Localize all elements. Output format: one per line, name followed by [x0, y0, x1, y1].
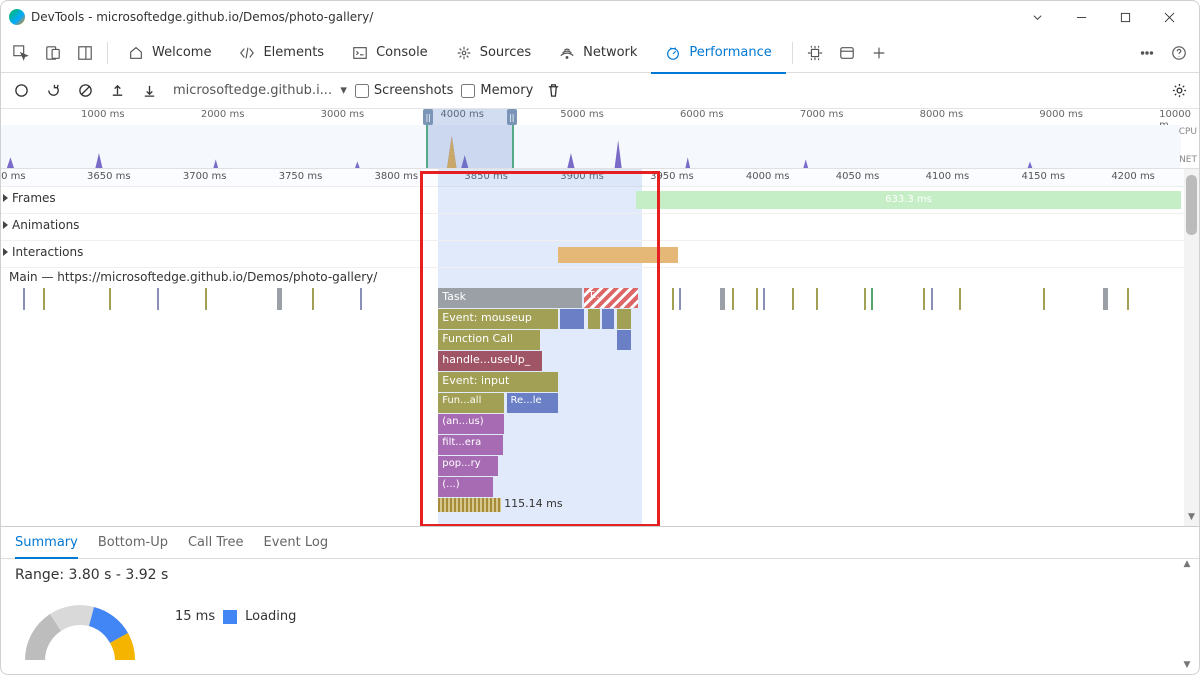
overview-tick: 1000 ms	[81, 109, 125, 120]
interaction-bar[interactable]	[558, 247, 678, 263]
flame-block[interactable]	[617, 309, 631, 329]
app-favicon-icon	[9, 9, 25, 25]
overview-tick: 7000 ms	[800, 109, 844, 120]
overview-selection[interactable]: || ||	[426, 109, 513, 168]
cpu-label: CPU	[1179, 127, 1197, 137]
net-label: NET	[1179, 155, 1197, 165]
overview-tick: 5000 ms	[560, 109, 604, 120]
window-title: DevTools - microsoftedge.github.io/Demos…	[31, 10, 373, 24]
overview-tick: 9000 ms	[1039, 109, 1083, 120]
tab-performance[interactable]: Performance	[651, 33, 785, 73]
reload-record-button[interactable]	[41, 79, 65, 103]
track-main-label[interactable]: Main — https://microsoftedge.github.io/D…	[1, 268, 1199, 288]
overview-tick: 2000 ms	[201, 109, 245, 120]
flame-handle-mouseup[interactable]: handle...useUp_	[438, 351, 542, 371]
scroll-up-icon[interactable]: ▲	[1179, 559, 1195, 573]
memory-checkbox[interactable]: Memory	[461, 83, 533, 98]
selection-duration: 115.14 ms	[504, 497, 562, 510]
flame-dots[interactable]: (...)	[438, 477, 493, 497]
flame-block[interactable]	[560, 309, 584, 329]
cpu-profiler-icon[interactable]	[801, 39, 829, 67]
flame-event-mouseup[interactable]: Event: mouseup	[438, 309, 558, 329]
clear-button[interactable]	[73, 79, 97, 103]
device-toolbar-icon[interactable]	[39, 39, 67, 67]
flame-block[interactable]	[588, 309, 600, 329]
help-icon[interactable]	[1165, 39, 1193, 67]
trash-icon[interactable]	[541, 79, 565, 103]
tab-label: Sources	[480, 45, 531, 60]
summary-donut-chart	[15, 595, 145, 660]
tab-elements[interactable]: Elements	[225, 33, 338, 73]
tab-network[interactable]: Network	[545, 33, 651, 73]
tab-bottom-up[interactable]: Bottom-Up	[98, 527, 168, 559]
inspect-element-icon[interactable]	[7, 39, 35, 67]
overview-timeline[interactable]: 1000 ms 2000 ms 3000 ms 4000 ms 5000 ms …	[1, 109, 1199, 169]
add-tab-icon[interactable]	[865, 39, 893, 67]
tab-welcome[interactable]: Welcome	[114, 33, 225, 73]
flame-filter[interactable]: filt...era	[438, 435, 503, 455]
flame-task[interactable]: Task	[438, 288, 582, 308]
flame-fun-all[interactable]: Fun...all	[438, 393, 504, 413]
legend-loading: 15 ms Loading	[175, 609, 296, 624]
summary-range: Range: 3.80 s - 3.92 s	[15, 567, 168, 583]
chevron-down-icon[interactable]	[1015, 3, 1059, 31]
tab-event-log[interactable]: Event Log	[263, 527, 328, 559]
flame-anon[interactable]: (an...us)	[438, 414, 504, 434]
flame-task-long[interactable]: T...	[584, 288, 638, 308]
minimize-button[interactable]	[1059, 3, 1103, 31]
tab-label: Welcome	[152, 45, 211, 60]
flame-function-call[interactable]: Function Call	[438, 330, 540, 350]
maximize-button[interactable]	[1103, 3, 1147, 31]
vertical-scrollbar[interactable]	[1184, 169, 1199, 526]
upload-button[interactable]	[105, 79, 129, 103]
tab-label: Network	[583, 45, 637, 60]
application-icon[interactable]	[833, 39, 861, 67]
screenshots-checkbox[interactable]: Screenshots	[355, 83, 454, 98]
overview-tick: 6000 ms	[680, 109, 724, 120]
legend-swatch-icon	[223, 610, 237, 624]
scroll-down-icon[interactable]: ▼	[1179, 660, 1195, 674]
dock-side-icon[interactable]	[71, 39, 99, 67]
flame-re-le[interactable]: Re...le	[507, 393, 559, 413]
flame-microtasks[interactable]	[438, 498, 500, 512]
frame-bar[interactable]: 633.3 ms	[636, 191, 1181, 209]
tab-summary[interactable]: Summary	[15, 527, 78, 559]
flame-chart[interactable]: Task T... Event: mouseup Function Call h…	[1, 288, 1199, 527]
tab-console[interactable]: Console	[338, 33, 442, 73]
settings-gear-icon[interactable]	[1167, 79, 1191, 103]
track-animations[interactable]: Animations	[1, 214, 1199, 241]
flame-event-input[interactable]: Event: input	[438, 372, 558, 392]
tab-call-tree[interactable]: Call Tree	[188, 527, 244, 559]
overview-tick: 8000 ms	[920, 109, 964, 120]
more-icon[interactable]	[1133, 39, 1161, 67]
tab-label: Performance	[689, 45, 771, 60]
cpu-overview	[1, 125, 1181, 168]
tab-label: Elements	[263, 45, 324, 60]
download-button[interactable]	[137, 79, 161, 103]
flame-pop[interactable]: pop...ry	[438, 456, 498, 476]
record-button[interactable]	[9, 79, 33, 103]
track-interactions[interactable]: Interactions	[1, 241, 1199, 268]
scroll-down-icon[interactable]: ▼	[1184, 512, 1199, 526]
flame-block[interactable]	[602, 309, 614, 329]
target-dropdown[interactable]: microsoftedge.github.i... ▾	[173, 83, 347, 98]
close-button[interactable]	[1147, 3, 1191, 31]
tab-label: Console	[376, 45, 428, 60]
track-frames[interactable]: Frames 633.3 ms	[1, 187, 1199, 214]
tab-sources[interactable]: Sources	[442, 33, 545, 73]
flame-block[interactable]	[617, 330, 631, 350]
overview-tick: 3000 ms	[321, 109, 365, 120]
